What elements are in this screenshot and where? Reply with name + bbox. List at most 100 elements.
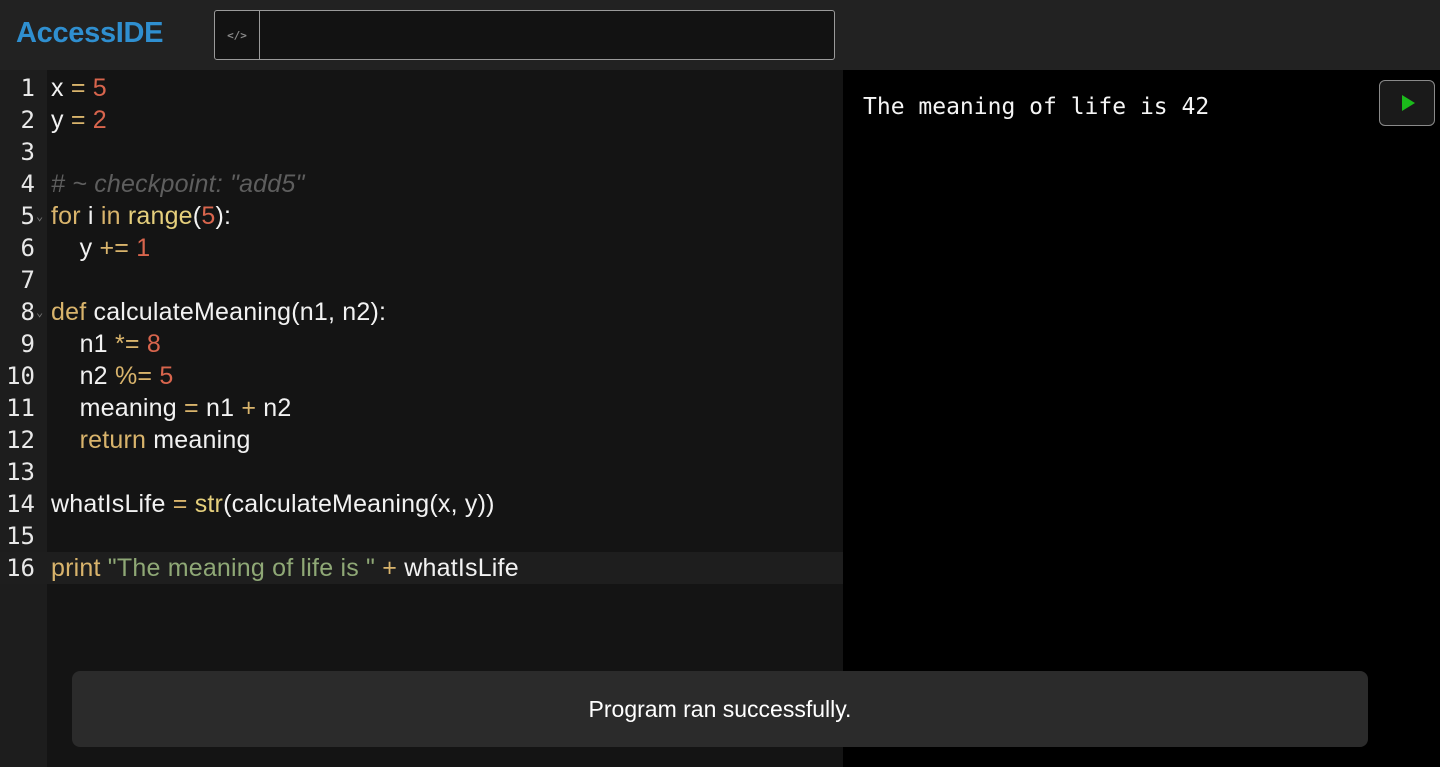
- code-token: +: [241, 394, 257, 422]
- code-token: whatIsLife: [51, 490, 173, 518]
- code-token: 5: [159, 362, 174, 390]
- code-token: ):: [215, 202, 232, 230]
- code-token: y: [51, 106, 64, 134]
- code-token: n2: [51, 362, 115, 390]
- command-input[interactable]: [260, 11, 834, 59]
- line-number: 11: [6, 394, 35, 422]
- code-token: i: [80, 202, 101, 230]
- code-token: for: [51, 202, 81, 230]
- code-text: for i in range(5):: [51, 200, 231, 232]
- code-text: n1 *= 8: [51, 328, 161, 360]
- line-number: 15: [6, 522, 35, 550]
- command-bar[interactable]: </>: [214, 10, 835, 60]
- code-token: n1: [51, 330, 115, 358]
- code-token: =: [63, 106, 93, 134]
- code-text: def calculateMeaning(n1, n2):: [51, 296, 386, 328]
- code-line[interactable]: 4 # ~ checkpoint: "add5": [0, 168, 843, 200]
- line-number: 4: [20, 170, 35, 198]
- code-token: 5: [92, 74, 107, 102]
- code-line[interactable]: 7: [0, 264, 843, 296]
- toast-message: Program ran successfully.: [588, 695, 852, 722]
- app-logo: AccessIDE: [16, 17, 164, 49]
- code-token: n2: [256, 394, 292, 422]
- code-line[interactable]: 15: [0, 520, 843, 552]
- code-line[interactable]: 13: [0, 456, 843, 488]
- status-toast: Program ran successfully.: [72, 671, 1368, 747]
- code-token: =: [63, 74, 93, 102]
- code-token: (calculateMeaning(x, y)): [223, 490, 495, 518]
- line-number: 8: [20, 298, 35, 326]
- code-token: =: [172, 490, 188, 518]
- code-line[interactable]: 16 print "The meaning of life is " + what…: [0, 552, 843, 584]
- code-icon: </>: [215, 11, 260, 59]
- code-token: meaning: [51, 394, 185, 422]
- output-panel: The meaning of life is 42: [843, 70, 1440, 767]
- line-number: 1: [20, 74, 35, 102]
- code-line[interactable]: 8 ⌄ def calculateMeaning(n1, n2):: [0, 296, 843, 328]
- top-bar: AccessIDE </>: [0, 0, 1440, 70]
- line-number: 14: [6, 490, 35, 518]
- fold-icon[interactable]: ⌄: [36, 200, 43, 232]
- code-text: meaning = n1 + n2: [51, 392, 292, 424]
- code-token: return: [79, 426, 147, 454]
- code-line[interactable]: 11 meaning = n1 + n2: [0, 392, 843, 424]
- code-text: whatIsLife = str(calculateMeaning(x, y)): [51, 488, 495, 520]
- line-number: 12: [6, 426, 35, 454]
- code-token: print: [51, 554, 101, 582]
- code-text: y = 2: [51, 104, 107, 136]
- code-token: x: [51, 74, 64, 102]
- code-token: n1: [198, 394, 242, 422]
- line-number: 13: [6, 458, 35, 486]
- line-number: 10: [6, 362, 35, 390]
- fold-icon[interactable]: ⌄: [36, 296, 43, 328]
- run-button[interactable]: [1379, 80, 1435, 126]
- line-number: 16: [6, 554, 35, 582]
- code-line[interactable]: 3: [0, 136, 843, 168]
- line-number: 3: [20, 138, 35, 166]
- code-line[interactable]: 14 whatIsLife = str(calculateMeaning(x, y…: [0, 488, 843, 520]
- code-line[interactable]: 2y = 2: [0, 104, 843, 136]
- code-token: 1: [136, 234, 151, 262]
- code-line[interactable]: 12 return meaning: [0, 424, 843, 456]
- play-icon: [1402, 95, 1415, 111]
- code-token: %=: [114, 362, 153, 390]
- code-token: y: [51, 234, 100, 262]
- code-token: =: [184, 394, 199, 422]
- code-text: return meaning: [51, 424, 251, 456]
- line-number: 9: [20, 330, 35, 358]
- code-editor[interactable]: 1x = 52y = 2 3 4 # ~ checkpoint: "add5" 5 ⌄ fo…: [0, 70, 843, 767]
- code-line[interactable]: 1x = 5: [0, 72, 843, 104]
- code-line[interactable]: 9 n1 *= 8: [0, 328, 843, 360]
- code-token: range: [127, 202, 193, 230]
- line-number: 7: [20, 266, 35, 294]
- code-line[interactable]: 6 y += 1: [0, 232, 843, 264]
- code-text: print "The meaning of life is " + whatIs…: [51, 552, 519, 584]
- code-token: +: [382, 554, 398, 582]
- code-token: str: [194, 490, 224, 518]
- code-text: # ~ checkpoint: "add5": [51, 168, 305, 200]
- code-line[interactable]: 10 n2 %= 5: [0, 360, 843, 392]
- code-token: meaning: [146, 426, 251, 454]
- code-text: n2 %= 5: [51, 360, 174, 392]
- line-number: 5: [20, 202, 35, 230]
- code-token: whatIsLife: [397, 554, 519, 582]
- code-token: calculateMeaning(n1, n2):: [86, 298, 387, 326]
- code-text: y += 1: [51, 232, 151, 264]
- program-output: The meaning of life is 42: [863, 94, 1210, 120]
- code-token: 5: [201, 202, 216, 230]
- code-token: "The meaning of life is ": [107, 554, 376, 582]
- code-token: +=: [99, 234, 130, 262]
- code-line[interactable]: 5 ⌄ for i in range(5):: [0, 200, 843, 232]
- code-token: # ~ checkpoint: "add5": [51, 170, 305, 198]
- code-text: x = 5: [51, 72, 107, 104]
- code-token: 2: [92, 106, 107, 134]
- code-token: 8: [146, 330, 161, 358]
- line-number: 6: [20, 234, 35, 262]
- line-number: 2: [20, 106, 35, 134]
- code-token: in: [100, 202, 121, 230]
